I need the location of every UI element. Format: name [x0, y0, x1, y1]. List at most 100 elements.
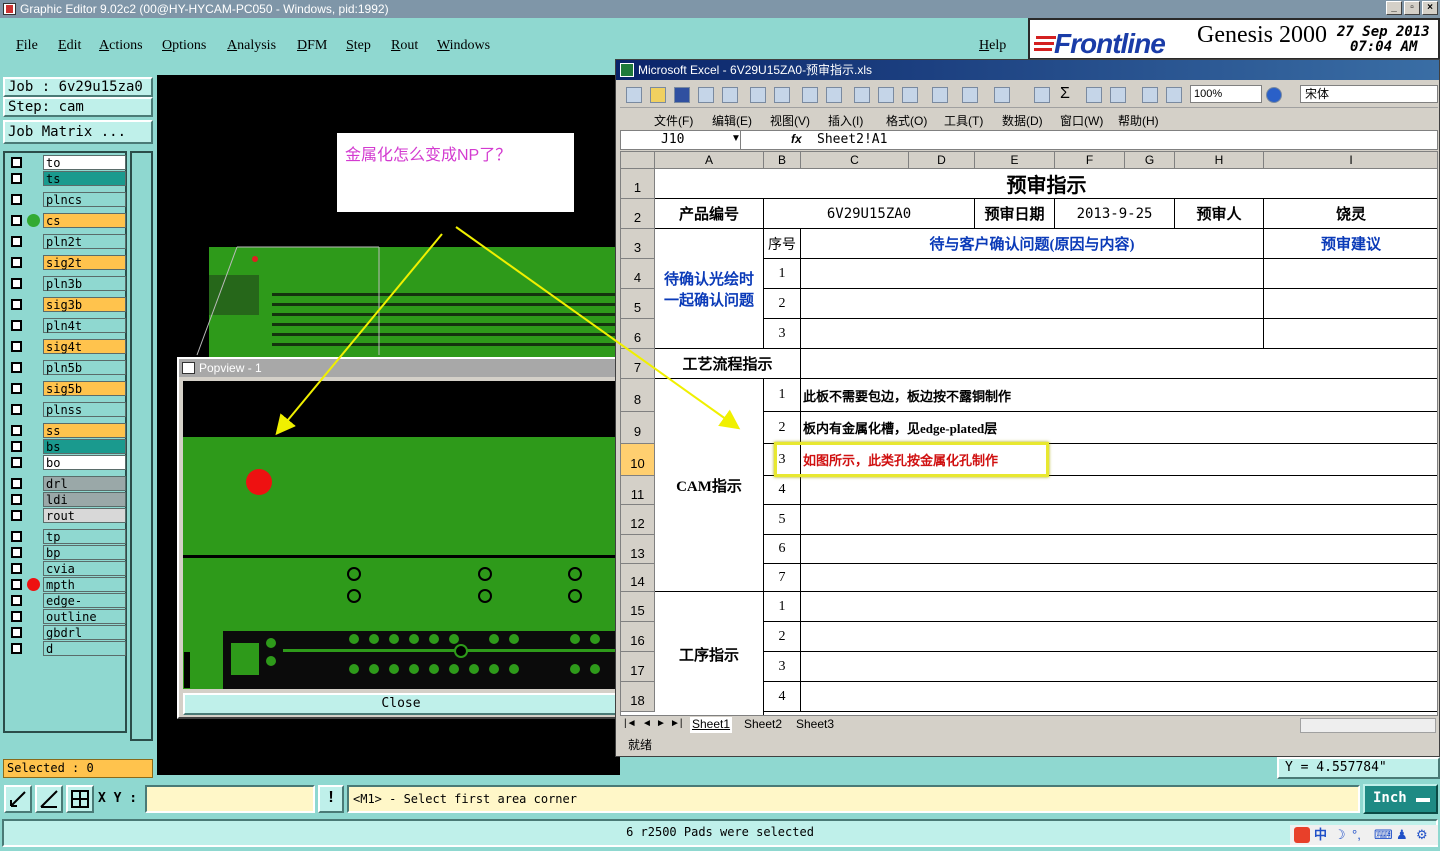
- units-select[interactable]: Inch: [1363, 784, 1438, 814]
- col-header[interactable]: A: [655, 152, 764, 169]
- menu-help[interactable]: Help: [979, 38, 1006, 54]
- seq-header[interactable]: 序号: [764, 229, 801, 259]
- spreadsheet-grid[interactable]: A B C D E F G H I 1 2 3 4 5 6 7 8 9 10 11 12 13 14 15 1…: [620, 151, 1438, 716]
- product-value[interactable]: 6V29U15ZA0: [764, 199, 975, 229]
- layer-checkbox[interactable]: [11, 510, 22, 521]
- layer-row-ts[interactable]: ts: [7, 171, 127, 186]
- layer-checkbox[interactable]: [11, 579, 22, 590]
- layer-checkbox[interactable]: [11, 531, 22, 542]
- new-icon[interactable]: [626, 87, 642, 103]
- layer-checkbox[interactable]: [11, 441, 22, 452]
- row-header[interactable]: 9: [621, 412, 655, 444]
- menu-windows[interactable]: Windows: [437, 38, 490, 54]
- row-header[interactable]: 12: [621, 505, 655, 535]
- layer-name[interactable]: tp: [43, 529, 126, 544]
- spelling-icon[interactable]: [802, 87, 818, 103]
- row-header[interactable]: 6: [621, 319, 655, 349]
- layer-name[interactable]: edge-plated: [43, 593, 126, 622]
- tools-icon[interactable]: ⚙: [1416, 825, 1428, 845]
- sheet-title[interactable]: 预审指示: [655, 169, 1437, 199]
- menu-file[interactable]: File: [16, 38, 38, 54]
- layer-checkbox[interactable]: [11, 627, 22, 638]
- horizontal-scrollbar[interactable]: [1300, 718, 1436, 733]
- col-header[interactable]: F: [1055, 152, 1125, 169]
- layer-checkbox[interactable]: [11, 457, 22, 468]
- xy-input[interactable]: [145, 785, 315, 813]
- layer-checkbox[interactable]: [11, 425, 22, 436]
- procedure-item[interactable]: [801, 652, 1437, 682]
- layer-row-ldi[interactable]: ldi: [7, 492, 127, 507]
- menu-actions[interactable]: Actions: [99, 38, 143, 54]
- print-preview-icon[interactable]: [774, 87, 790, 103]
- help-icon[interactable]: [1266, 87, 1282, 103]
- seq-cell[interactable]: 3: [764, 319, 801, 349]
- layer-name[interactable]: bp: [43, 545, 126, 560]
- research-icon[interactable]: [826, 87, 842, 103]
- layer-row-gbdrl[interactable]: gbdrl: [7, 625, 127, 640]
- layer-row-drl[interactable]: drl: [7, 476, 127, 491]
- procedure-item[interactable]: [801, 592, 1437, 622]
- cam-item[interactable]: 板内有金属化槽，见edge-plated层: [801, 412, 1437, 444]
- layer-row-ss[interactable]: ss: [7, 423, 127, 438]
- cam-item[interactable]: [801, 476, 1437, 505]
- layer-row-sig5b[interactable]: sig5b: [7, 381, 127, 396]
- name-box-dropdown-icon[interactable]: ▼: [731, 133, 741, 144]
- layer-name[interactable]: drl: [43, 476, 126, 491]
- layer-checkbox[interactable]: [11, 299, 22, 310]
- layer-name[interactable]: d: [43, 641, 126, 656]
- excel-menu-format[interactable]: 格式(O): [886, 112, 927, 129]
- layer-row-sig3b[interactable]: sig3b: [7, 297, 127, 312]
- layer-row-mpth[interactable]: mpth: [7, 577, 127, 592]
- excel-menu-window[interactable]: 窗口(W): [1060, 112, 1103, 129]
- seq-cell[interactable]: 6: [764, 535, 801, 564]
- cam-item[interactable]: [801, 564, 1437, 592]
- tab-sheet3[interactable]: Sheet3: [794, 717, 836, 733]
- row-header[interactable]: 3: [621, 229, 655, 259]
- seq-cell[interactable]: 4: [764, 476, 801, 505]
- keyboard-icon[interactable]: ⌨: [1374, 825, 1393, 845]
- seq-cell[interactable]: 4: [764, 682, 801, 712]
- layer-checkbox[interactable]: [11, 278, 22, 289]
- font-select[interactable]: 宋体: [1300, 85, 1438, 103]
- user-icon[interactable]: ♟: [1396, 825, 1408, 845]
- excel-menu-help[interactable]: 帮助(H): [1118, 112, 1159, 129]
- review-date-label[interactable]: 预审日期: [975, 199, 1055, 229]
- row-header[interactable]: 8: [621, 379, 655, 412]
- row-header[interactable]: 18: [621, 682, 655, 712]
- seq-cell[interactable]: 2: [764, 289, 801, 319]
- layer-name[interactable]: plncs: [43, 192, 126, 207]
- undo-icon[interactable]: [962, 87, 978, 103]
- issue-header[interactable]: 待与客户确认问题(原因与内容): [801, 229, 1264, 259]
- excel-menu-tools[interactable]: 工具(T): [944, 112, 983, 129]
- redo-icon[interactable]: [994, 87, 1010, 103]
- layer-checkbox[interactable]: [11, 194, 22, 205]
- product-label[interactable]: 产品编号: [655, 199, 764, 229]
- copy-icon[interactable]: [878, 87, 894, 103]
- row-header[interactable]: 4: [621, 259, 655, 289]
- excel-menu-view[interactable]: 视图(V): [770, 112, 810, 129]
- chart-wizard-icon[interactable]: [1142, 87, 1158, 103]
- process-cell[interactable]: [801, 349, 1437, 379]
- layer-row-pln2t[interactable]: pln2t: [7, 234, 127, 249]
- function-icon[interactable]: fx: [791, 132, 802, 146]
- restore-button[interactable]: ▫: [1404, 1, 1420, 15]
- layer-name[interactable]: sig3b: [43, 297, 126, 312]
- layer-checkbox[interactable]: [11, 478, 22, 489]
- warning-button[interactable]: !: [318, 785, 344, 813]
- layer-name[interactable]: outline: [43, 609, 126, 624]
- layer-name[interactable]: cs: [43, 213, 126, 228]
- col-header[interactable]: E: [975, 152, 1055, 169]
- suggest-cell[interactable]: [1264, 259, 1437, 289]
- layer-name[interactable]: pln5b: [43, 360, 126, 375]
- name-box[interactable]: J10: [621, 131, 741, 149]
- zoom-area-icon[interactable]: [4, 785, 32, 813]
- col-header[interactable]: C: [801, 152, 909, 169]
- layer-checkbox[interactable]: [11, 341, 22, 352]
- issue-cell[interactable]: [801, 319, 1264, 349]
- layer-checkbox[interactable]: [11, 547, 22, 558]
- tab-sheet2[interactable]: Sheet2: [742, 717, 784, 733]
- row-header[interactable]: 5: [621, 289, 655, 319]
- procedure-label[interactable]: 工序指示: [655, 592, 764, 715]
- layer-name[interactable]: pln4t: [43, 318, 126, 333]
- layer-scrollbar[interactable]: [130, 151, 153, 741]
